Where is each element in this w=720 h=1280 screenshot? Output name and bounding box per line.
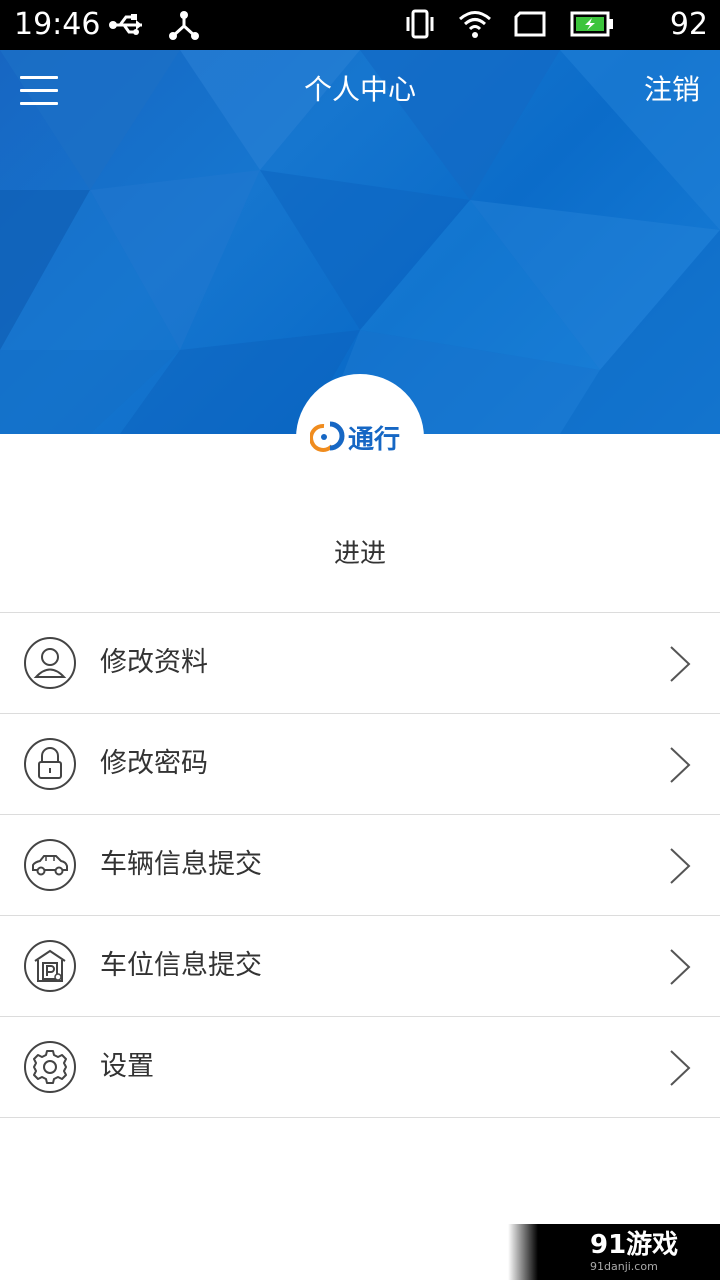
chevron-right-icon [670, 747, 691, 783]
parking-icon [24, 940, 76, 992]
chevron-right-icon [670, 848, 691, 884]
app-logo-icon: 通行 [310, 421, 400, 454]
menu-list: 修改资料 修改密码 车辆信息提交 车位信息提交 设置 [0, 612, 720, 1118]
logout-button[interactable]: 注销 [644, 70, 700, 110]
menu-item-label: 修改资料 [100, 647, 208, 678]
wifi-icon [459, 11, 491, 38]
chevron-right-icon [670, 949, 691, 985]
status-bar: 19:46 92 [0, 0, 720, 50]
menu-item-settings[interactable]: 设置 [0, 1017, 720, 1118]
avatar[interactable]: 通行 [296, 374, 424, 502]
menu-item-label: 车位信息提交 [100, 950, 262, 981]
username: 进进 [333, 539, 386, 569]
usb-icon [109, 14, 142, 35]
vibrate-icon [406, 9, 434, 39]
screen-icon [514, 11, 546, 37]
status-right-icons [404, 8, 614, 40]
chevron-right-icon [670, 1050, 691, 1086]
menu-item-change-password[interactable]: 修改密码 [0, 714, 720, 815]
lock-icon [24, 738, 76, 790]
logo-text: 通行 [348, 424, 400, 454]
watermark-url: 91danji.com [590, 1260, 658, 1273]
menu-item-vehicle-info[interactable]: 车辆信息提交 [0, 815, 720, 916]
menu-item-edit-profile[interactable]: 修改资料 [0, 613, 720, 714]
battery-charging-icon [570, 11, 613, 37]
page-title: 个人中心 [303, 73, 416, 106]
chevron-right-icon [670, 646, 691, 682]
menu-item-label: 车辆信息提交 [100, 849, 262, 880]
menu-item-parking-info[interactable]: 车位信息提交 [0, 916, 720, 1017]
watermark-logo: 91游戏 [590, 1230, 679, 1260]
status-left-icons [108, 10, 200, 42]
gear-icon [24, 1041, 76, 1093]
menu-item-label: 修改密码 [100, 748, 208, 779]
battery-level: 92 [669, 7, 708, 42]
car-icon [24, 839, 76, 891]
status-time: 19:46 [14, 7, 101, 42]
watermark-fade [508, 1224, 538, 1280]
watermark: 91游戏 91danji.com [508, 1224, 720, 1280]
share-icon [169, 11, 199, 40]
menu-item-label: 设置 [100, 1051, 154, 1082]
user-icon [24, 637, 76, 689]
